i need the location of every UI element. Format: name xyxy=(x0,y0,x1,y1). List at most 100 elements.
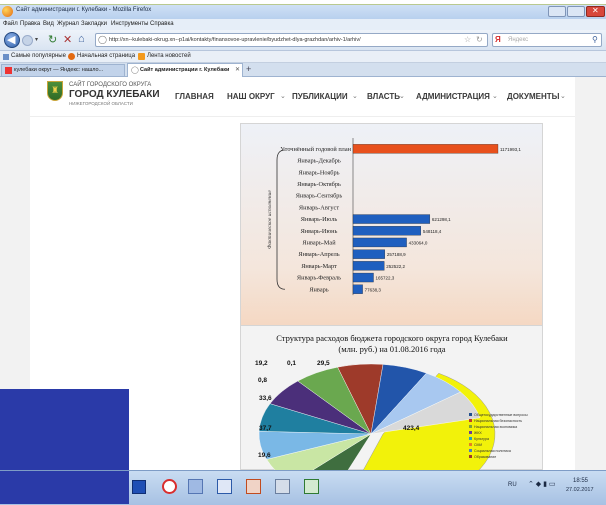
menu-bar: Файл Правка Вид Журнал Закладки Инструме… xyxy=(0,19,606,30)
dropdown-arrow-icon[interactable]: ▾ xyxy=(35,36,38,43)
bookmark-news-feed[interactable]: Лента новостей xyxy=(147,53,191,59)
data-label: 77638,3 xyxy=(365,287,382,292)
legend-swatch xyxy=(469,419,472,422)
back-arrow-icon: ◀ xyxy=(7,34,16,46)
new-tab-button[interactable]: + xyxy=(246,64,251,74)
maximize-button[interactable] xyxy=(567,6,585,17)
rss-icon xyxy=(138,53,145,60)
bookmark-start-page[interactable]: Начальная страница xyxy=(77,53,135,59)
menu-item-bookmarks[interactable]: Закладки xyxy=(81,21,107,27)
category-label: Январь-Июль xyxy=(301,216,338,223)
tab-bar: кулебаки округ — Яндекс: нашло... ◯ Сайт… xyxy=(0,63,606,77)
menu-item-help[interactable]: Справка xyxy=(150,21,174,27)
excel-app-icon[interactable] xyxy=(304,479,319,494)
yandex-tab-icon xyxy=(5,67,12,74)
stop-icon[interactable]: ✕ xyxy=(63,33,72,46)
window-title: Сайт администрации г. Кулебаки - Mozilla… xyxy=(16,7,152,13)
page-viewport: ♜ САЙТ ГОРОДСКОГО ОКРУГА ГОРОД КУЛЕБАКИ … xyxy=(0,77,606,470)
coat-of-arms-logo[interactable]: ♜ xyxy=(47,81,63,101)
bookmark-icon xyxy=(3,54,9,60)
chevron-down-icon: ⌄ xyxy=(399,93,405,100)
category-label: Январь-Июнь xyxy=(301,228,338,235)
menu-item-file[interactable]: Файл xyxy=(3,21,18,27)
yandex-search-icon: Я xyxy=(495,35,501,44)
menu-item-edit[interactable]: Правка xyxy=(20,21,40,27)
nav-authority[interactable]: ВЛАСТЬ xyxy=(367,92,400,101)
tab-kulebaki-active[interactable]: ◯ Сайт администрации г. Кулебаки ✕ xyxy=(127,63,243,77)
legend-swatch xyxy=(469,443,472,446)
word-app-icon[interactable] xyxy=(217,479,232,494)
slice-value-label: 423,4 xyxy=(403,425,420,432)
taskbar: RU ⌃ ◆ ▮ ▭ 18:55 27.02.2017 xyxy=(0,470,606,505)
clock-time[interactable]: 18:55 xyxy=(573,478,588,484)
nav-our-district[interactable]: НАШ ОКРУГ xyxy=(227,92,275,101)
language-indicator[interactable]: RU xyxy=(508,482,517,488)
bookmarks-bar: Самые популярные Начальная страница Лент… xyxy=(0,51,606,63)
category-label: Январь xyxy=(309,286,328,293)
tab-close-icon[interactable]: ✕ xyxy=(235,66,240,73)
legend-swatch xyxy=(469,413,472,416)
legend-label: Национальная экономика xyxy=(474,425,517,429)
category-label: Январь-Май xyxy=(302,239,336,246)
firefox-icon xyxy=(2,6,13,17)
logo-line-2[interactable]: ГОРОД КУЛЕБАКИ xyxy=(69,89,160,100)
clock-date[interactable]: 27.02.2017 xyxy=(566,487,594,493)
legend-label: Социальная политика xyxy=(474,449,511,453)
bar xyxy=(352,144,499,154)
nav-administration[interactable]: АДМИНИСТРАЦИЯ xyxy=(416,92,490,101)
data-label: 433064,0 xyxy=(409,240,428,245)
nav-documents[interactable]: ДОКУМЕНТЫ xyxy=(507,92,559,101)
pie-title-line-2: (млн. руб.) на 01.08.2016 года xyxy=(338,344,445,354)
bar xyxy=(352,237,407,248)
url-reload-icon[interactable]: ↻ xyxy=(476,35,483,44)
slice-value-label: 37,7 xyxy=(259,425,272,432)
close-icon: ✕ xyxy=(592,6,599,15)
search-icon[interactable]: ⚲ xyxy=(592,35,598,44)
taskbar-left-blue xyxy=(0,471,129,504)
legend-swatch xyxy=(469,437,472,440)
search-box[interactable]: Я Яндекс ⚲ xyxy=(492,33,602,47)
logo-line-1[interactable]: САЙТ ГОРОДСКОГО ОКРУГА xyxy=(69,82,151,88)
chevron-down-icon: ⌄ xyxy=(352,93,358,100)
address-bar[interactable]: ◯ http://xn--kulebaki-okrug.xn--p1ai/kon… xyxy=(95,33,488,47)
slice-value-label: 29,5 xyxy=(317,360,330,367)
menu-item-tools[interactable]: Инструменты xyxy=(111,21,148,27)
reload-icon[interactable]: ↻ xyxy=(48,33,57,46)
category-label: Январь-Ноябрь xyxy=(298,169,339,176)
back-button[interactable]: ◀ xyxy=(4,32,20,48)
nav-home[interactable]: ГЛАВНАЯ xyxy=(175,92,214,101)
blue-overlay-block xyxy=(0,389,129,470)
category-label: Январь-Август xyxy=(299,204,339,211)
chevron-down-icon: ⌄ xyxy=(560,93,566,100)
data-label: 621298,1 xyxy=(432,217,451,222)
close-button[interactable]: ✕ xyxy=(586,6,605,17)
legend-swatch xyxy=(469,455,472,458)
data-label: 252522,2 xyxy=(386,264,405,269)
logo-line-3[interactable]: НИЖЕГОРОДСКОЙ ОБЛАСТИ xyxy=(69,101,133,106)
category-label: Январь-Февраль xyxy=(297,275,341,282)
yandex-app-icon[interactable] xyxy=(162,479,177,494)
save-app-icon[interactable] xyxy=(132,480,146,494)
menu-item-history[interactable]: Журнал xyxy=(57,21,79,27)
tools-app-icon[interactable] xyxy=(275,479,290,494)
bar xyxy=(352,226,421,236)
paint-app-icon[interactable] xyxy=(188,479,203,494)
home-icon[interactable]: ⌂ xyxy=(78,33,85,45)
tray-icons[interactable]: ⌃ ◆ ▮ ▭ xyxy=(528,480,556,488)
minimize-button[interactable] xyxy=(548,6,566,17)
page-identity-icon: ◯ xyxy=(98,35,107,44)
legend-label: Общегосударственные вопросы xyxy=(474,413,528,417)
category-label: Январь-Октябрь xyxy=(297,181,341,188)
tab-label: кулебаки округ — Яндекс: нашло... xyxy=(14,67,104,73)
bookmark-star-icon[interactable]: ☆ xyxy=(464,35,471,44)
powerpoint-app-icon[interactable] xyxy=(246,479,261,494)
address-text: http://xn--kulebaki-okrug.xn--p1ai/konta… xyxy=(109,37,361,43)
search-placeholder: Яндекс xyxy=(508,37,529,43)
slice-value-label: 0,8 xyxy=(258,377,267,384)
tab-yandex[interactable]: кулебаки округ — Яндекс: нашло... xyxy=(1,64,125,76)
menu-item-view[interactable]: Вид xyxy=(43,21,54,27)
legend-swatch xyxy=(469,431,472,434)
bookmark-most-visited[interactable]: Самые популярные xyxy=(11,53,66,59)
nav-publications[interactable]: ПУБЛИКАЦИИ xyxy=(292,92,348,101)
forward-button[interactable] xyxy=(22,35,33,46)
